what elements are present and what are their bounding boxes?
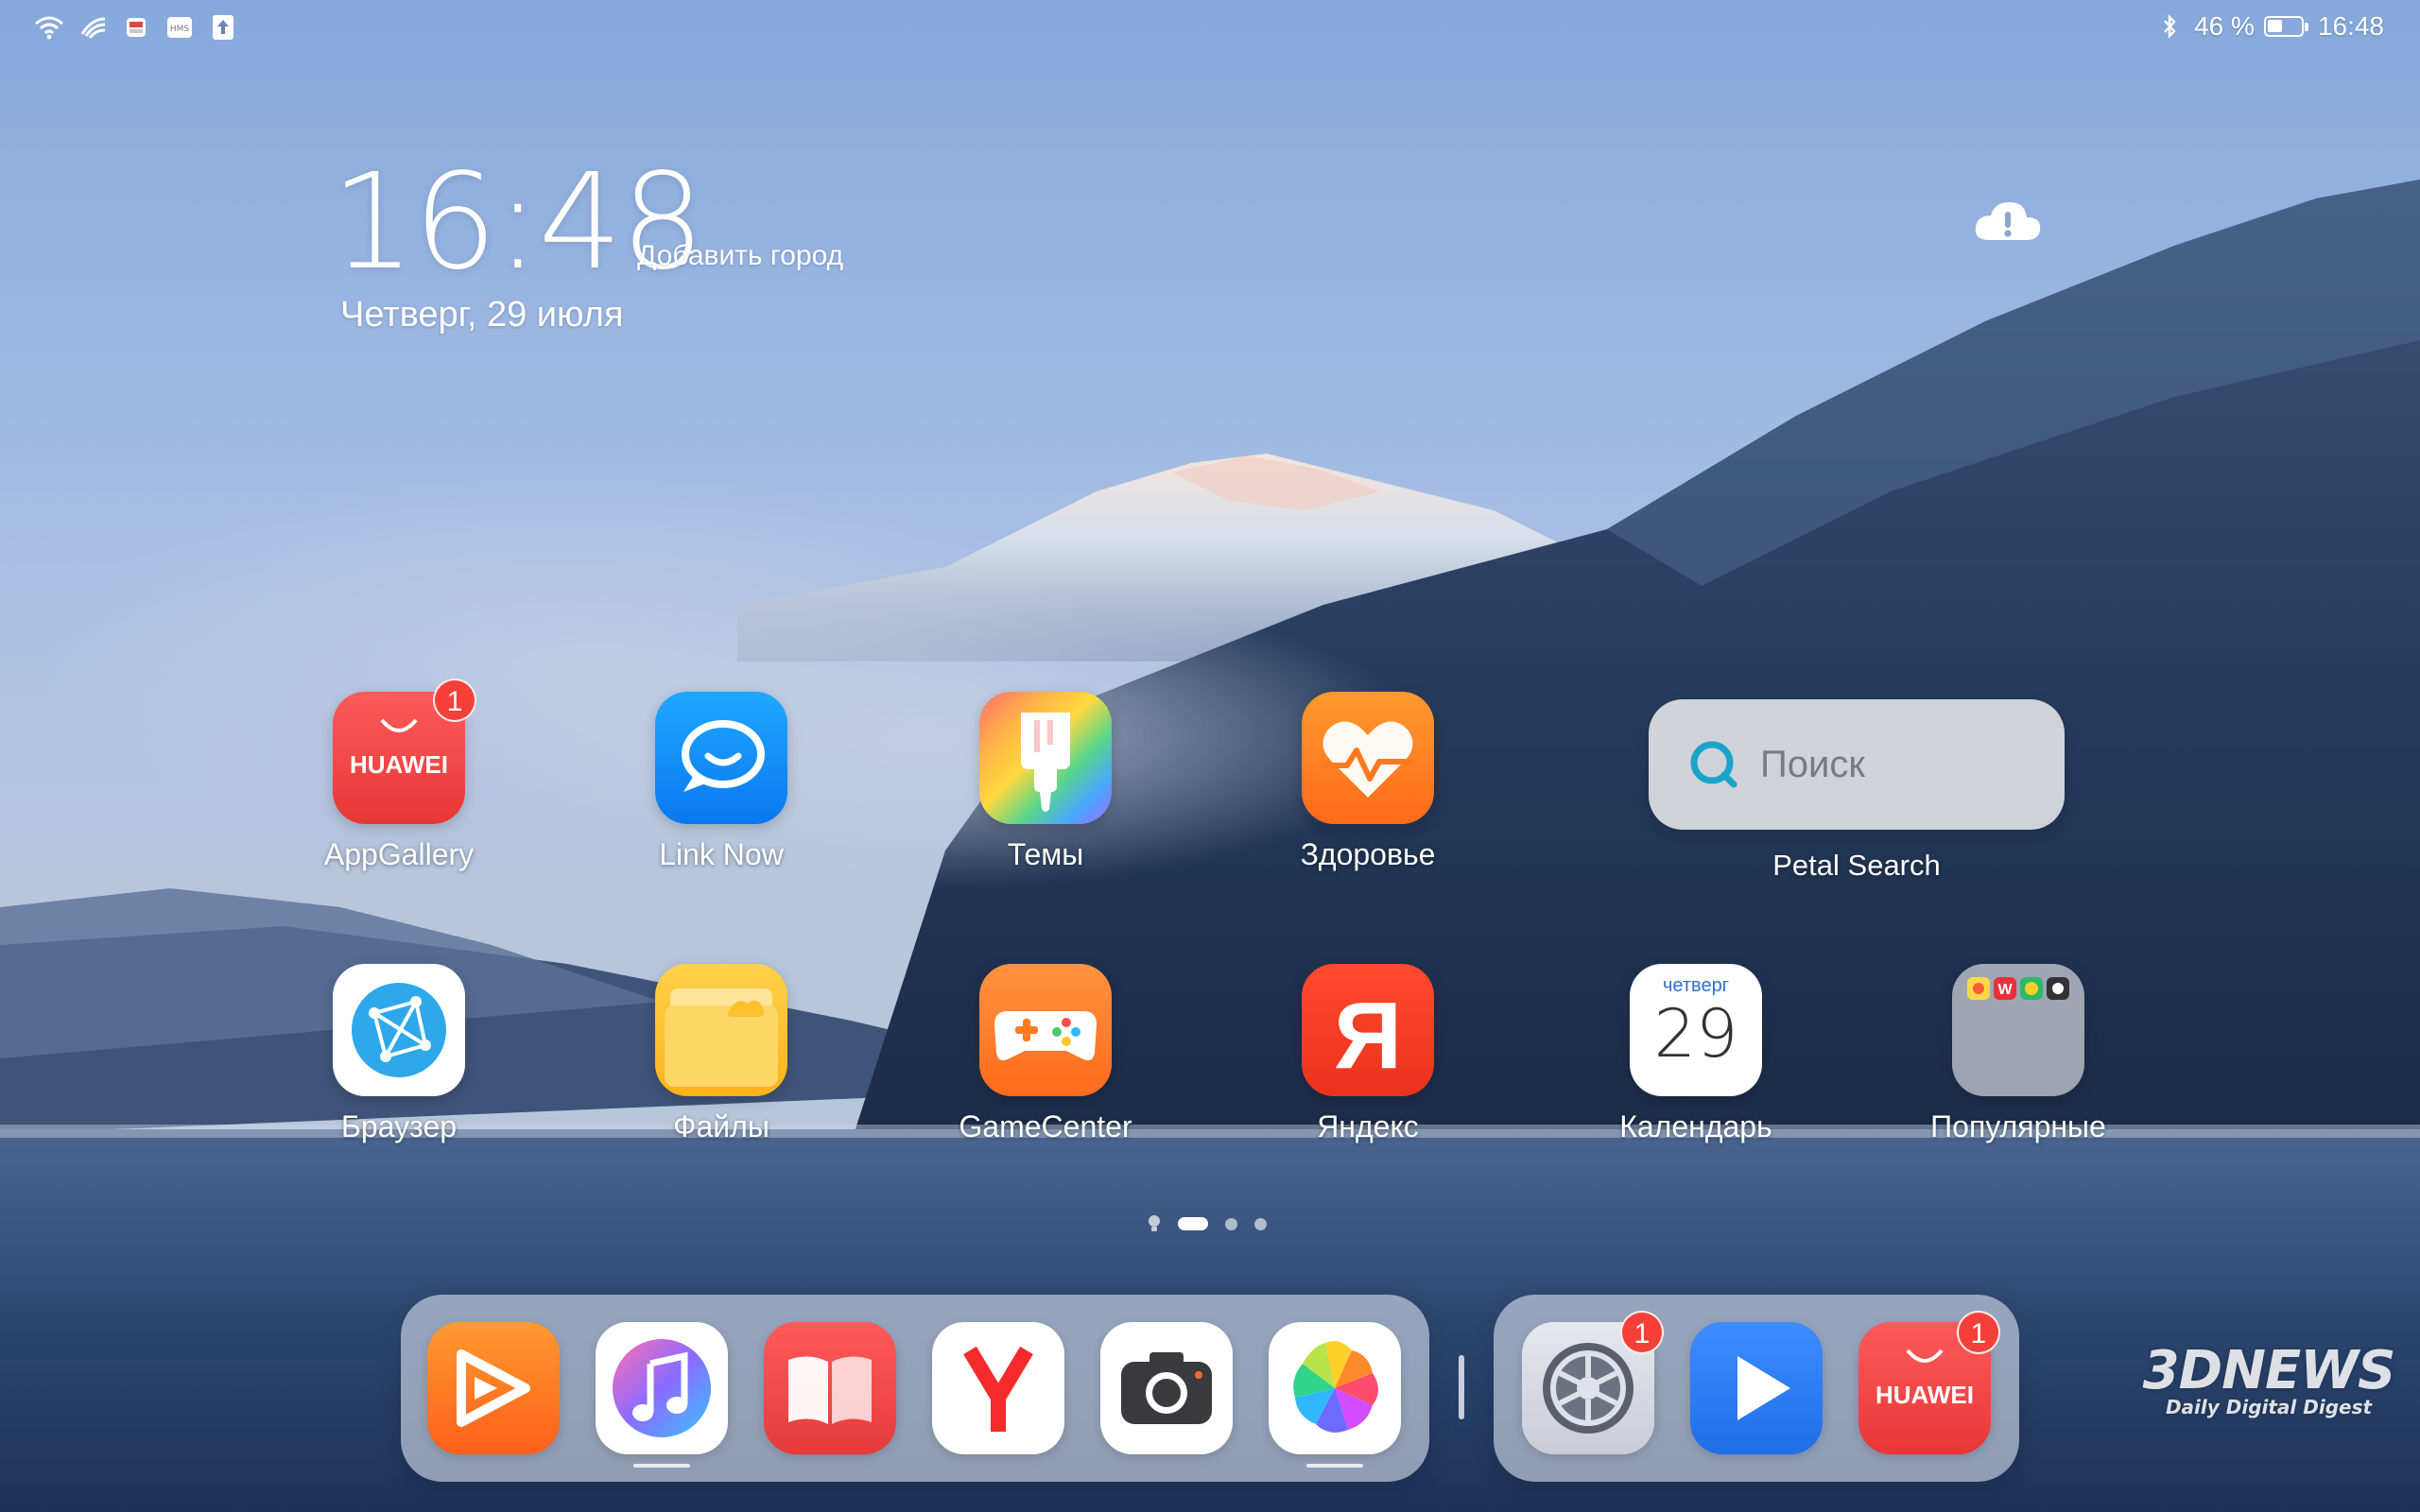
dock-app-books[interactable] (764, 1322, 896, 1454)
heart-pulse-icon (1302, 692, 1434, 824)
dock-app-appgallery[interactable]: HUAWEI 1 (1858, 1311, 2000, 1454)
music-note-icon (613, 1339, 711, 1437)
dock-app-video-player[interactable] (1690, 1322, 1823, 1454)
gamepad-icon (979, 964, 1112, 1096)
dock-app-yandex-browser[interactable] (932, 1322, 1064, 1454)
search-widget-caption: Petal Search (1772, 849, 1941, 882)
app-files[interactable]: Файлы (598, 964, 844, 1144)
dock-divider (1459, 1355, 1464, 1419)
calendar-icon: четверг 29 (1630, 964, 1762, 1096)
petal-search-icon (1690, 741, 1737, 788)
pinwheel-icon (1293, 1341, 1378, 1433)
signal-icon (78, 13, 108, 42)
dock-app-camera[interactable] (1100, 1322, 1233, 1454)
app-appgallery[interactable]: HUAWEI 1 AppGallery (276, 679, 522, 872)
folder-popular[interactable]: W Популярные (1895, 964, 2141, 1144)
notification-badge: 1 (1620, 1311, 1664, 1354)
play-icon (1737, 1356, 1790, 1420)
cloud-alert-icon[interactable] (1972, 197, 2044, 250)
app-yandex[interactable]: Я Яндекс (1245, 964, 1491, 1144)
app-themes[interactable]: Темы (923, 692, 1168, 872)
status-bar-left: HMS (34, 13, 238, 42)
notification-badge: 1 (433, 679, 476, 722)
page-dot[interactable] (1225, 1217, 1237, 1230)
app-label: GameCenter (959, 1109, 1132, 1143)
app-label: Календарь (1619, 1109, 1772, 1143)
add-city-link[interactable]: Добавить город (637, 240, 843, 272)
page-dot[interactable] (1254, 1217, 1267, 1230)
upload-icon (208, 13, 238, 42)
browser-globe-icon (333, 964, 465, 1096)
chat-bubble-icon (655, 692, 787, 824)
svg-text:HUAWEI: HUAWEI (1876, 1381, 1974, 1409)
app-label: Браузер (340, 1109, 458, 1143)
book-icon (788, 1356, 872, 1424)
notification-app-icon (121, 13, 151, 42)
hms-icon: HMS (164, 13, 195, 42)
dock-app-huawei-video[interactable] (427, 1322, 560, 1454)
dock-recent (401, 1295, 1429, 1482)
app-label: Популярные (1930, 1109, 2106, 1143)
app-label: Link Now (659, 837, 784, 871)
svg-text:HMS: HMS (170, 25, 190, 34)
calendar-day: 29 (1653, 995, 1738, 1073)
svg-text:Я: Я (1334, 983, 1402, 1089)
page-dot-active[interactable] (1178, 1217, 1208, 1230)
search-widget[interactable]: Поиск (1649, 699, 2065, 830)
dock-app-settings[interactable]: 1 (1522, 1311, 1664, 1454)
app-label: AppGallery (323, 837, 475, 871)
paintbrush-icon (979, 692, 1112, 824)
yandex-logo-icon: Я (1302, 964, 1434, 1096)
clock-date[interactable]: Четверг, 29 июля (340, 295, 623, 335)
status-bar-right: 46 % 16:48 (2154, 11, 2384, 42)
app-health[interactable]: Здоровье (1245, 692, 1491, 872)
watermark-logo: 3DNEWS (2142, 1340, 2396, 1401)
home-page-bulb-icon[interactable] (1148, 1214, 1161, 1233)
app-label: Темы (1007, 837, 1084, 871)
app-browser[interactable]: Браузер (276, 964, 522, 1144)
app-folder-icon: W (1952, 964, 2084, 1096)
app-calendar[interactable]: четверг 29 Календарь (1573, 964, 1819, 1144)
play-ribbon-icon (457, 1349, 530, 1427)
notification-badge: 1 (1957, 1311, 2000, 1354)
watermark: 3DNEWS Daily Digital Digest (2136, 1340, 2401, 1418)
status-time: 16:48 (2317, 11, 2384, 41)
running-indicator (1306, 1464, 1363, 1468)
watermark-tagline: Daily Digital Digest (2165, 1396, 2373, 1418)
running-indicator (633, 1464, 690, 1468)
dock-favorites: 1 HUAWEI 1 (1494, 1295, 2019, 1482)
folder-icon (655, 964, 787, 1096)
yandex-y-icon (963, 1346, 1033, 1432)
battery-icon (2263, 16, 2308, 37)
app-label: Здоровье (1300, 837, 1436, 871)
app-link-now[interactable]: Link Now (598, 692, 844, 872)
dock-app-gallery[interactable] (1269, 1322, 1401, 1468)
calendar-weekday: четверг (1663, 975, 1729, 996)
search-placeholder: Поиск (1760, 743, 1865, 785)
wifi-icon (34, 13, 64, 42)
dock-app-music[interactable] (596, 1322, 728, 1468)
svg-text:W: W (1997, 982, 2013, 998)
app-label: Файлы (673, 1109, 769, 1143)
battery-percent: 46 % (2194, 11, 2255, 41)
camera-icon (1121, 1352, 1212, 1424)
bluetooth-icon (2154, 12, 2185, 41)
svg-text:HUAWEI: HUAWEI (350, 750, 448, 779)
page-indicator[interactable] (1148, 1214, 1267, 1233)
app-gamecenter[interactable]: GameCenter (923, 964, 1168, 1144)
app-label: Яндекс (1317, 1109, 1419, 1143)
